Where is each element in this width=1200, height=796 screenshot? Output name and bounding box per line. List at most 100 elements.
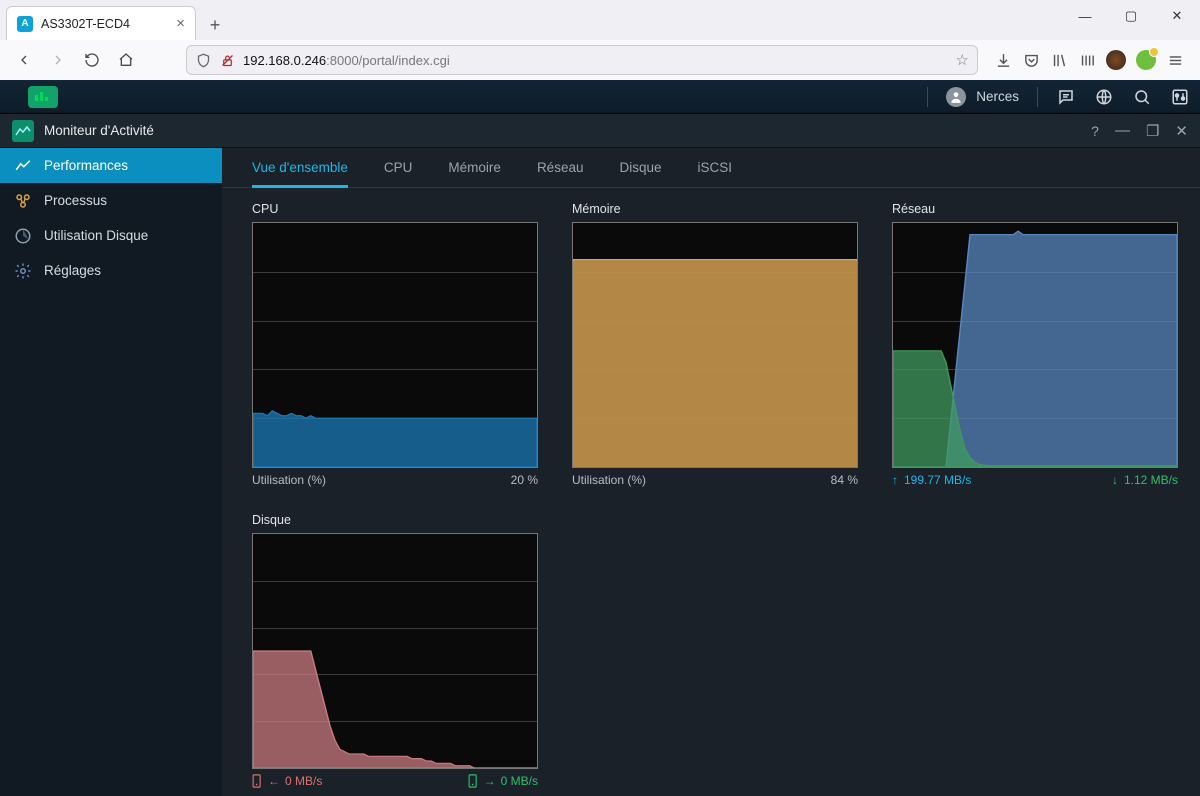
network-upload: ↑199.77 MB/s [892, 473, 971, 487]
window-title: Moniteur d'Activité [44, 123, 154, 138]
panel-footer: ↑199.77 MB/s ↓1.12 MB/s [892, 473, 1178, 487]
tab-disk[interactable]: Disque [619, 160, 661, 187]
window-controls: ? — ❐ ✕ [1091, 122, 1188, 140]
sidebar-item-label: Utilisation Disque [44, 228, 148, 243]
panel-cpu: CPU Utilisation (%) 20 % [252, 202, 538, 487]
home-button[interactable] [112, 46, 140, 74]
sidebar-item-label: Processus [44, 193, 107, 208]
tab-memory[interactable]: Mémoire [448, 160, 501, 187]
disk-write: → 0 MB/s [468, 774, 538, 788]
navbar: 192.168.0.246:8000/portal/index.cgi ☆ [0, 40, 1200, 80]
user-avatar-icon [946, 87, 966, 107]
subtabs: Vue d'ensemble CPU Mémoire Réseau Disque… [222, 148, 1200, 188]
tab-close-button[interactable]: × [176, 15, 185, 32]
taskbar-right: Nerces [927, 87, 1190, 107]
search-icon[interactable] [1132, 87, 1152, 107]
divider [927, 87, 928, 107]
help-button[interactable]: ? [1091, 123, 1099, 139]
os-minimize-button[interactable]: — [1062, 0, 1108, 32]
footer-right: 84 % [831, 473, 858, 487]
lock-strike-icon [219, 52, 235, 68]
grid-icon[interactable] [1078, 51, 1096, 69]
panel-title: Mémoire [572, 202, 858, 216]
favicon-icon: A [17, 16, 33, 32]
charts-grid: CPU Utilisation (%) 20 % Mémoire [222, 188, 1200, 796]
user-chip[interactable]: Nerces [946, 87, 1019, 107]
tab-overview[interactable]: Vue d'ensemble [252, 160, 348, 188]
sidebar-item-settings[interactable]: Réglages [0, 253, 222, 288]
forward-button[interactable] [44, 46, 72, 74]
window-close-button[interactable]: ✕ [1175, 122, 1188, 140]
process-icon [14, 192, 32, 210]
disk-read-icon [252, 774, 263, 788]
library-icon[interactable] [1050, 51, 1068, 69]
footer-left: Utilisation (%) [252, 473, 326, 487]
arrow-down-icon: ↓ [1112, 473, 1118, 487]
extension-badge-2[interactable] [1136, 50, 1156, 70]
panel-title: CPU [252, 202, 538, 216]
shield-icon [195, 52, 211, 68]
panel-title: Disque [252, 513, 538, 527]
chart-line-icon [14, 157, 32, 175]
sidebar-item-performances[interactable]: Performances [0, 148, 222, 183]
extension-badge-1[interactable] [1106, 50, 1126, 70]
tab-strip: A AS3302T-ECD4 × + [0, 0, 1200, 40]
download-icon[interactable] [994, 51, 1012, 69]
network-download: ↓1.12 MB/s [1112, 473, 1178, 487]
url-bar[interactable]: 192.168.0.246:8000/portal/index.cgi ☆ [186, 45, 978, 75]
browser-chrome: A AS3302T-ECD4 × + 192.168.0.246:8000/po… [0, 0, 1200, 80]
panel-memory: Mémoire Utilisation (%) 84 % [572, 202, 858, 487]
panel-footer: Utilisation (%) 20 % [252, 473, 538, 487]
chart-network[interactable] [892, 222, 1178, 468]
app-shell: Nerces Moniteur d'Activité ? — ❐ ✕ Perfo… [0, 80, 1200, 796]
tab-network[interactable]: Réseau [537, 160, 584, 187]
tab-iscsi[interactable]: iSCSI [698, 160, 733, 187]
chart-memory[interactable] [572, 222, 858, 468]
panel-title: Réseau [892, 202, 1178, 216]
hamburger-menu-icon[interactable] [1166, 51, 1184, 69]
new-tab-button[interactable]: + [200, 10, 230, 40]
window-maximize-button[interactable]: ❐ [1146, 122, 1159, 140]
url-text: 192.168.0.246:8000/portal/index.cgi [243, 53, 450, 68]
content-area: Vue d'ensemble CPU Mémoire Réseau Disque… [222, 148, 1200, 796]
tab-title: AS3302T-ECD4 [41, 17, 130, 31]
sidebar-item-disk-usage[interactable]: Utilisation Disque [0, 218, 222, 253]
arrow-up-icon: ↑ [892, 473, 898, 487]
settings-panel-icon[interactable] [1170, 87, 1190, 107]
window-minimize-button[interactable]: — [1115, 122, 1130, 139]
browser-tab[interactable]: A AS3302T-ECD4 × [6, 6, 196, 40]
panel-network: Réseau ↑199.77 MB/s ↓1.12 MB/s [892, 202, 1178, 487]
disk-usage-icon [14, 227, 32, 245]
os-window-controls: — ▢ ✕ [1062, 0, 1200, 32]
back-button[interactable] [10, 46, 38, 74]
disk-write-icon [468, 774, 479, 788]
bookmark-star-icon[interactable]: ☆ [956, 51, 969, 69]
window-app-icon [12, 120, 34, 142]
sidebar-item-label: Réglages [44, 263, 101, 278]
pocket-icon[interactable] [1022, 51, 1040, 69]
globe-icon[interactable] [1094, 87, 1114, 107]
panel-disk: Disque ← 0 MB/s → [252, 513, 538, 788]
panel-footer: Utilisation (%) 84 % [572, 473, 858, 487]
taskbar-app-icon[interactable] [28, 86, 58, 108]
os-taskbar: Nerces [0, 80, 1200, 114]
sidebar-item-processus[interactable]: Processus [0, 183, 222, 218]
gear-icon [14, 262, 32, 280]
panel-footer: ← 0 MB/s → 0 MB/s [252, 774, 538, 788]
chart-disk[interactable] [252, 533, 538, 769]
chat-icon[interactable] [1056, 87, 1076, 107]
window-header: Moniteur d'Activité ? — ❐ ✕ [0, 114, 1200, 148]
reload-button[interactable] [78, 46, 106, 74]
chart-cpu[interactable] [252, 222, 538, 468]
disk-read: ← 0 MB/s [252, 774, 322, 788]
sidebar: Performances Processus Utilisation Disqu… [0, 148, 222, 796]
os-close-button[interactable]: ✕ [1154, 0, 1200, 32]
divider [1037, 87, 1038, 107]
sidebar-item-label: Performances [44, 158, 128, 173]
browser-toolbar-right [994, 50, 1190, 70]
main-layout: Performances Processus Utilisation Disqu… [0, 148, 1200, 796]
footer-left: Utilisation (%) [572, 473, 646, 487]
tab-cpu[interactable]: CPU [384, 160, 413, 187]
os-maximize-button[interactable]: ▢ [1108, 0, 1154, 32]
arrow-right-icon: → [484, 774, 496, 788]
